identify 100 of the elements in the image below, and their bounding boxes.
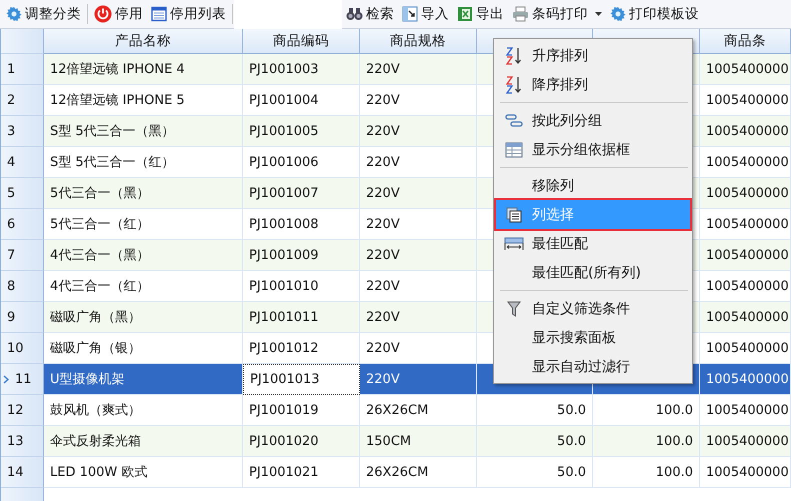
sort-descending-icon [505,76,523,94]
printer-icon [512,6,529,22]
row-number: 10 [1,333,44,364]
table-cell-text: 磁吸广角（黑） [50,309,141,326]
table-cell-text: 磁吸广角（银） [50,340,141,357]
table-cell: PJ1001019 [249,402,319,418]
row-number: 1 [1,54,44,85]
table-cell: 26X26CM [366,464,428,480]
table-cell: PJ1001008 [249,216,319,232]
table-cell-text: S型 5代三合一（红） [50,154,175,171]
table-cell: PJ1001011 [249,310,319,324]
row-number: 12 [1,395,44,426]
row-number: 3 [1,116,44,147]
table-cell: 26X26CM [366,402,428,418]
table-cell: 1005400000 [706,186,789,200]
gear-icon [610,6,626,22]
best-fit-icon [504,236,524,250]
binoculars-icon [346,7,363,21]
table-cell: PJ1001010 [249,278,319,294]
table-cell: PJ1001007 [249,186,319,200]
table-cell: PJ1001009 [249,248,319,262]
table-cell: 50.0 [557,402,586,418]
table-cell-text: LED 100W 欧式 [50,464,148,481]
table-cell: 1005400000 [706,124,789,138]
group-icon [505,114,523,128]
column-list-icon [506,206,522,222]
table-cell-text: 鼓风机（爽式） [50,402,141,419]
toolbar-button[interactable]: 条码打印 [508,3,606,25]
table-cell: 1005400000 [706,340,789,356]
table-cell-text: 5代三合一（黑） [50,185,150,202]
toolbar-button[interactable]: 打印模板设 [606,3,703,25]
table-cell: 1005400000 [706,62,789,76]
table-row[interactable]: 13 伞式反射柔光箱 PJ1001020 150CM 50.0 100.0 1005400000 [1,426,791,457]
row-pointer-icon [3,374,9,384]
table-cell: 220V [366,216,400,232]
table-cell-text: 4代三合一（红） [50,278,150,295]
column-header[interactable]: 商品条 [700,29,791,54]
table-cell: 1005400000 [706,372,789,386]
toolbar-button[interactable]: 调整分类 [2,3,85,25]
table-icon [505,142,523,158]
table-cell: 1005400000 [706,92,789,108]
row-number: 13 [1,426,44,457]
table-cell: 220V [366,186,400,200]
toolbar-button[interactable]: 导入 [398,3,453,25]
row-number: 9 [1,302,44,333]
table-cell-text: 12倍望远镜 IPHONE 5 [50,92,185,109]
table-cell: 1005400000 [706,464,789,480]
table-cell: 50.0 [557,464,586,480]
filter-icon [507,300,521,318]
table-cell-text: 4代三合一（黑） [50,247,150,264]
table-cell: 1005400000 [706,248,789,262]
power-icon [94,5,112,23]
table-cell: 1005400000 [706,310,789,324]
table-cell: PJ1001005 [249,124,319,138]
toolbar-button[interactable]: 导出 [453,3,508,25]
row-number: 14 [1,457,44,488]
sort-ascending-icon [505,46,523,64]
table-cell-text: U型摄像机架 [50,371,125,388]
row-number: 2 [1,85,44,116]
column-header[interactable]: 产品名称 [44,29,243,54]
row-number: 7 [1,240,44,271]
table-cell: 1005400000 [706,216,789,232]
table-cell: 220V [366,124,400,138]
table-cell: 220V [366,248,400,262]
table-cell: 100.0 [656,464,693,480]
toolbar-button[interactable]: 停用列表 [147,3,230,25]
table-cell: 220V [366,372,400,386]
table-cell: 220V [366,340,400,356]
row-number: 11 [1,364,44,395]
row-number: 5 [1,178,44,209]
row-number: 8 [1,271,44,302]
table-cell: 220V [366,310,400,324]
table-cell: 1005400000 [706,402,789,418]
column-header[interactable]: 商品编码 [243,29,360,54]
toolbar-button[interactable]: 检索 [342,3,398,25]
table-cell: PJ1001003 [249,62,319,76]
table-cell: PJ1001021 [249,464,319,480]
table-cell: 1005400000 [706,434,789,448]
table-cell-text: 伞式反射柔光箱 [50,433,141,450]
table-cell: 220V [366,278,400,294]
spreadsheet-icon [457,6,473,22]
table-cell: 220V [366,154,400,170]
table-cell: PJ1001020 [249,434,319,448]
table-cell-text: 12倍望远镜 IPHONE 4 [50,61,185,78]
table-cell: 1005400000 [706,154,789,170]
table-cell: PJ1001012 [249,340,319,356]
table-cell: 1005400000 [706,278,789,294]
table-cell: PJ1001006 [249,154,319,170]
table-cell: 220V [366,92,400,108]
table-cell: PJ1001004 [249,92,319,108]
column-header[interactable]: 商品规格 [360,29,477,54]
table-cell-text: 5代三合一（红） [50,216,150,233]
table-row[interactable]: 14 LED 100W 欧式 PJ1001021 26X26CM 50.0 100.0 1005400000 [1,457,791,488]
table-cell: PJ1001013 [250,372,320,387]
toolbar-button[interactable]: 停用 [90,3,147,25]
table-cell: 100.0 [656,434,693,448]
gear-icon [6,6,22,22]
table-cell: 150CM [366,434,412,448]
table-cell: 220V [366,62,400,76]
row-number: 4 [1,147,44,178]
